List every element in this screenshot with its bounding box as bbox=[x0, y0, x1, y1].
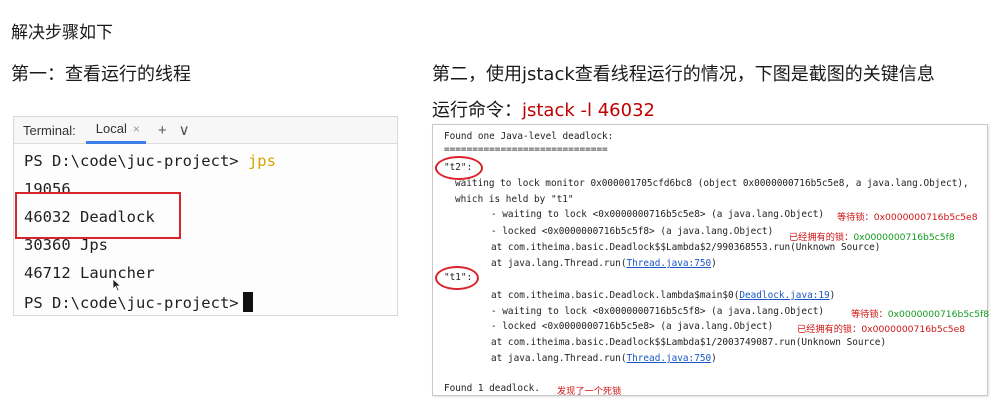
t2-stack-frame: at java.lang.Thread.run(Thread.java:750) bbox=[491, 258, 717, 269]
stack-frame-suffix: ) bbox=[829, 290, 836, 301]
run-command: jstack -l 46032 bbox=[522, 100, 655, 121]
terminal-label: Terminal: bbox=[23, 122, 76, 138]
terminal-prompt: PS D:\code\juc-project> bbox=[24, 152, 248, 170]
t2-wait-note-value: 0x0000000716b5c5e8 bbox=[873, 212, 978, 223]
terminal-command: jps bbox=[247, 152, 276, 170]
thread-t1-label: "t1": bbox=[444, 272, 473, 283]
run-command-label: 运行命令： bbox=[432, 100, 522, 121]
chevron-down-icon[interactable]: ∨ bbox=[179, 121, 190, 139]
t2-locked-note: 已经拥有的锁：0x0000000716b5c5f8 bbox=[789, 229, 955, 243]
run-command-line: 运行命令：jstack -l 46032 bbox=[432, 96, 655, 122]
t2-waiting-lock-line: - waiting to lock <0x0000000716b5c5e8> (… bbox=[491, 209, 825, 220]
dump-header: Found one Java-level deadlock: bbox=[444, 131, 614, 142]
stack-frame-suffix: ) bbox=[711, 258, 717, 269]
source-link[interactable]: Thread.java:750 bbox=[626, 353, 711, 364]
t1-locked-note-label: 已经拥有的锁： bbox=[797, 324, 862, 335]
t1-locked-note-value: 0x0000000716b5c5e8 bbox=[861, 324, 966, 335]
step2-title: 第二，使用jstack查看线程运行的情况，下图是截图的关键信息 bbox=[432, 64, 935, 85]
t1-waiting-lock-line: - waiting to lock <0x0000000716b5c5f8> (… bbox=[491, 306, 825, 317]
t2-wait-note-label: 等待锁： bbox=[837, 212, 874, 223]
source-link[interactable]: Deadlock.java:19 bbox=[739, 290, 829, 301]
stack-frame-prefix: at com.itheima.basic.Deadlock.lambda$mai… bbox=[491, 290, 740, 301]
terminal-final-prompt: PS D:\code\juc-project> bbox=[24, 294, 239, 312]
jstack-output-panel: Found one Java-level deadlock: =========… bbox=[432, 124, 989, 397]
t1-wait-note-value: 0x0000000716b5c5f8 bbox=[887, 309, 990, 320]
t1-stack-frame: at com.itheima.basic.Deadlock$$Lambda$1/… bbox=[491, 337, 887, 348]
t1-stack-frame: at java.lang.Thread.run(Thread.java:750) bbox=[491, 353, 717, 364]
terminal-final-prompt-line: PS D:\code\juc-project> bbox=[24, 292, 253, 312]
stack-frame-prefix: at java.lang.Thread.run( bbox=[491, 353, 627, 364]
source-link[interactable]: Thread.java:750 bbox=[626, 258, 711, 269]
dump-footer: Found 1 deadlock. bbox=[444, 383, 540, 394]
terminal-prompt-line: PS D:\code\juc-project> jps bbox=[24, 152, 276, 170]
t1-wait-note-label: 等待锁： bbox=[851, 309, 888, 320]
t2-stack-frame: at com.itheima.basic.Deadlock$$Lambda$2/… bbox=[491, 242, 881, 253]
t1-locked-note: 已经拥有的锁：0x0000000716b5c5e8 bbox=[797, 321, 965, 335]
tab-local[interactable]: Local × bbox=[85, 117, 146, 144]
terminal-line: 46712 Launcher bbox=[24, 264, 155, 282]
highlight-box bbox=[15, 192, 181, 239]
dump-footer-note: 发现了一个死锁 bbox=[557, 386, 622, 397]
add-tab-button[interactable]: + bbox=[158, 122, 167, 139]
dump-separator: ============================= bbox=[444, 144, 608, 155]
t2-wait-note: 等待锁：0x0000000716b5c5e8 bbox=[837, 209, 978, 223]
close-icon[interactable]: × bbox=[133, 122, 140, 136]
thread-t2-label: "t2": bbox=[444, 162, 473, 173]
t1-stack-frame: at com.itheima.basic.Deadlock.lambda$mai… bbox=[491, 290, 835, 301]
stack-frame-prefix: at java.lang.Thread.run( bbox=[491, 258, 627, 269]
terminal-caret bbox=[242, 292, 253, 312]
stack-frame-suffix: ) bbox=[711, 353, 717, 364]
t2-held-by-line: which is held by "t1" bbox=[455, 194, 574, 205]
terminal-tab-bar: Terminal: Local × + ∨ bbox=[14, 117, 397, 144]
t1-locked-line: - locked <0x0000000716b5c5e8> (a java.la… bbox=[491, 321, 774, 332]
t2-waiting-monitor-line: waiting to lock monitor 0x000001705cfd6b… bbox=[455, 178, 969, 189]
t1-wait-note: 等待锁：0x0000000716b5c5f8 bbox=[851, 306, 989, 320]
page-title: 解决步骤如下 bbox=[11, 23, 113, 43]
tab-local-label: Local bbox=[95, 121, 127, 136]
mouse-pointer-icon bbox=[112, 278, 122, 292]
t2-locked-line: - locked <0x0000000716b5c5f8> (a java.la… bbox=[491, 226, 774, 237]
step1-title: 第一：查看运行的线程 bbox=[11, 64, 191, 85]
